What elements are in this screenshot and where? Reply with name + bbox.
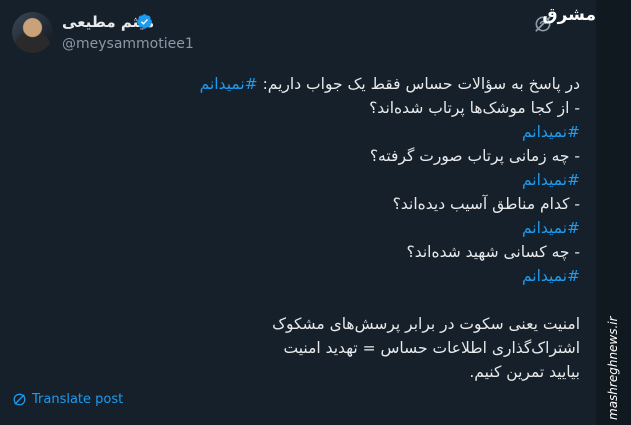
- tweet-line: - کدام مناطق آسیب دیده‌اند؟: [392, 195, 580, 213]
- tweet-line: - چه زمانی پرتاب صورت گرفته؟: [369, 147, 580, 165]
- tweet-line: - از کجا موشک‌ها پرتاب شده‌اند؟: [369, 99, 580, 117]
- tweet-line: #نمیدانم: [150, 120, 580, 144]
- avatar[interactable]: [12, 12, 53, 53]
- tweet-line: - چه کسانی شهید شده‌اند؟: [406, 243, 580, 261]
- hashtag-link[interactable]: #نمیدانم: [522, 267, 580, 285]
- tweet-line: اشتراک‌گذاری اطلاعات حساس = تهدید امنیت: [283, 339, 581, 357]
- verified-badge-icon: [137, 14, 152, 29]
- tweet-line: در پاسخ به سؤالات حساس فقط یک جواب داریم…: [199, 75, 580, 93]
- tweet-line: #نمیدانم: [150, 216, 580, 240]
- tweet-card: میثم مطیعی @meysammotiee1 در پاسخ به سؤا…: [0, 0, 596, 425]
- tweet-line: بیایید تمرین کنیم.: [469, 363, 580, 381]
- tweet-line: امنیت یعنی سکوت در برابر پرسش‌های مشکوک: [272, 315, 580, 333]
- hashtag-link[interactable]: #نمیدانم: [522, 123, 580, 141]
- hashtag-link[interactable]: #نمیدانم: [522, 219, 580, 237]
- translate-post-button[interactable]: Translate post: [12, 390, 123, 408]
- translate-icon: [13, 393, 26, 405]
- hashtag-link[interactable]: #نمیدانم: [522, 171, 580, 189]
- site-url-watermark: mashreghnews.ir: [606, 316, 620, 420]
- tweet-line: #نمیدانم: [150, 168, 580, 192]
- tweet-line: #نمیدانم: [150, 264, 580, 288]
- site-logo: مشرق: [542, 5, 596, 25]
- tweet-text: در پاسخ به سؤالات حساس فقط یک جواب داریم…: [150, 72, 580, 384]
- translate-post-label: Translate post: [32, 391, 124, 407]
- author-handle[interactable]: @meysammotiee1: [62, 36, 194, 52]
- hashtag-link[interactable]: #نمیدانم: [200, 75, 258, 93]
